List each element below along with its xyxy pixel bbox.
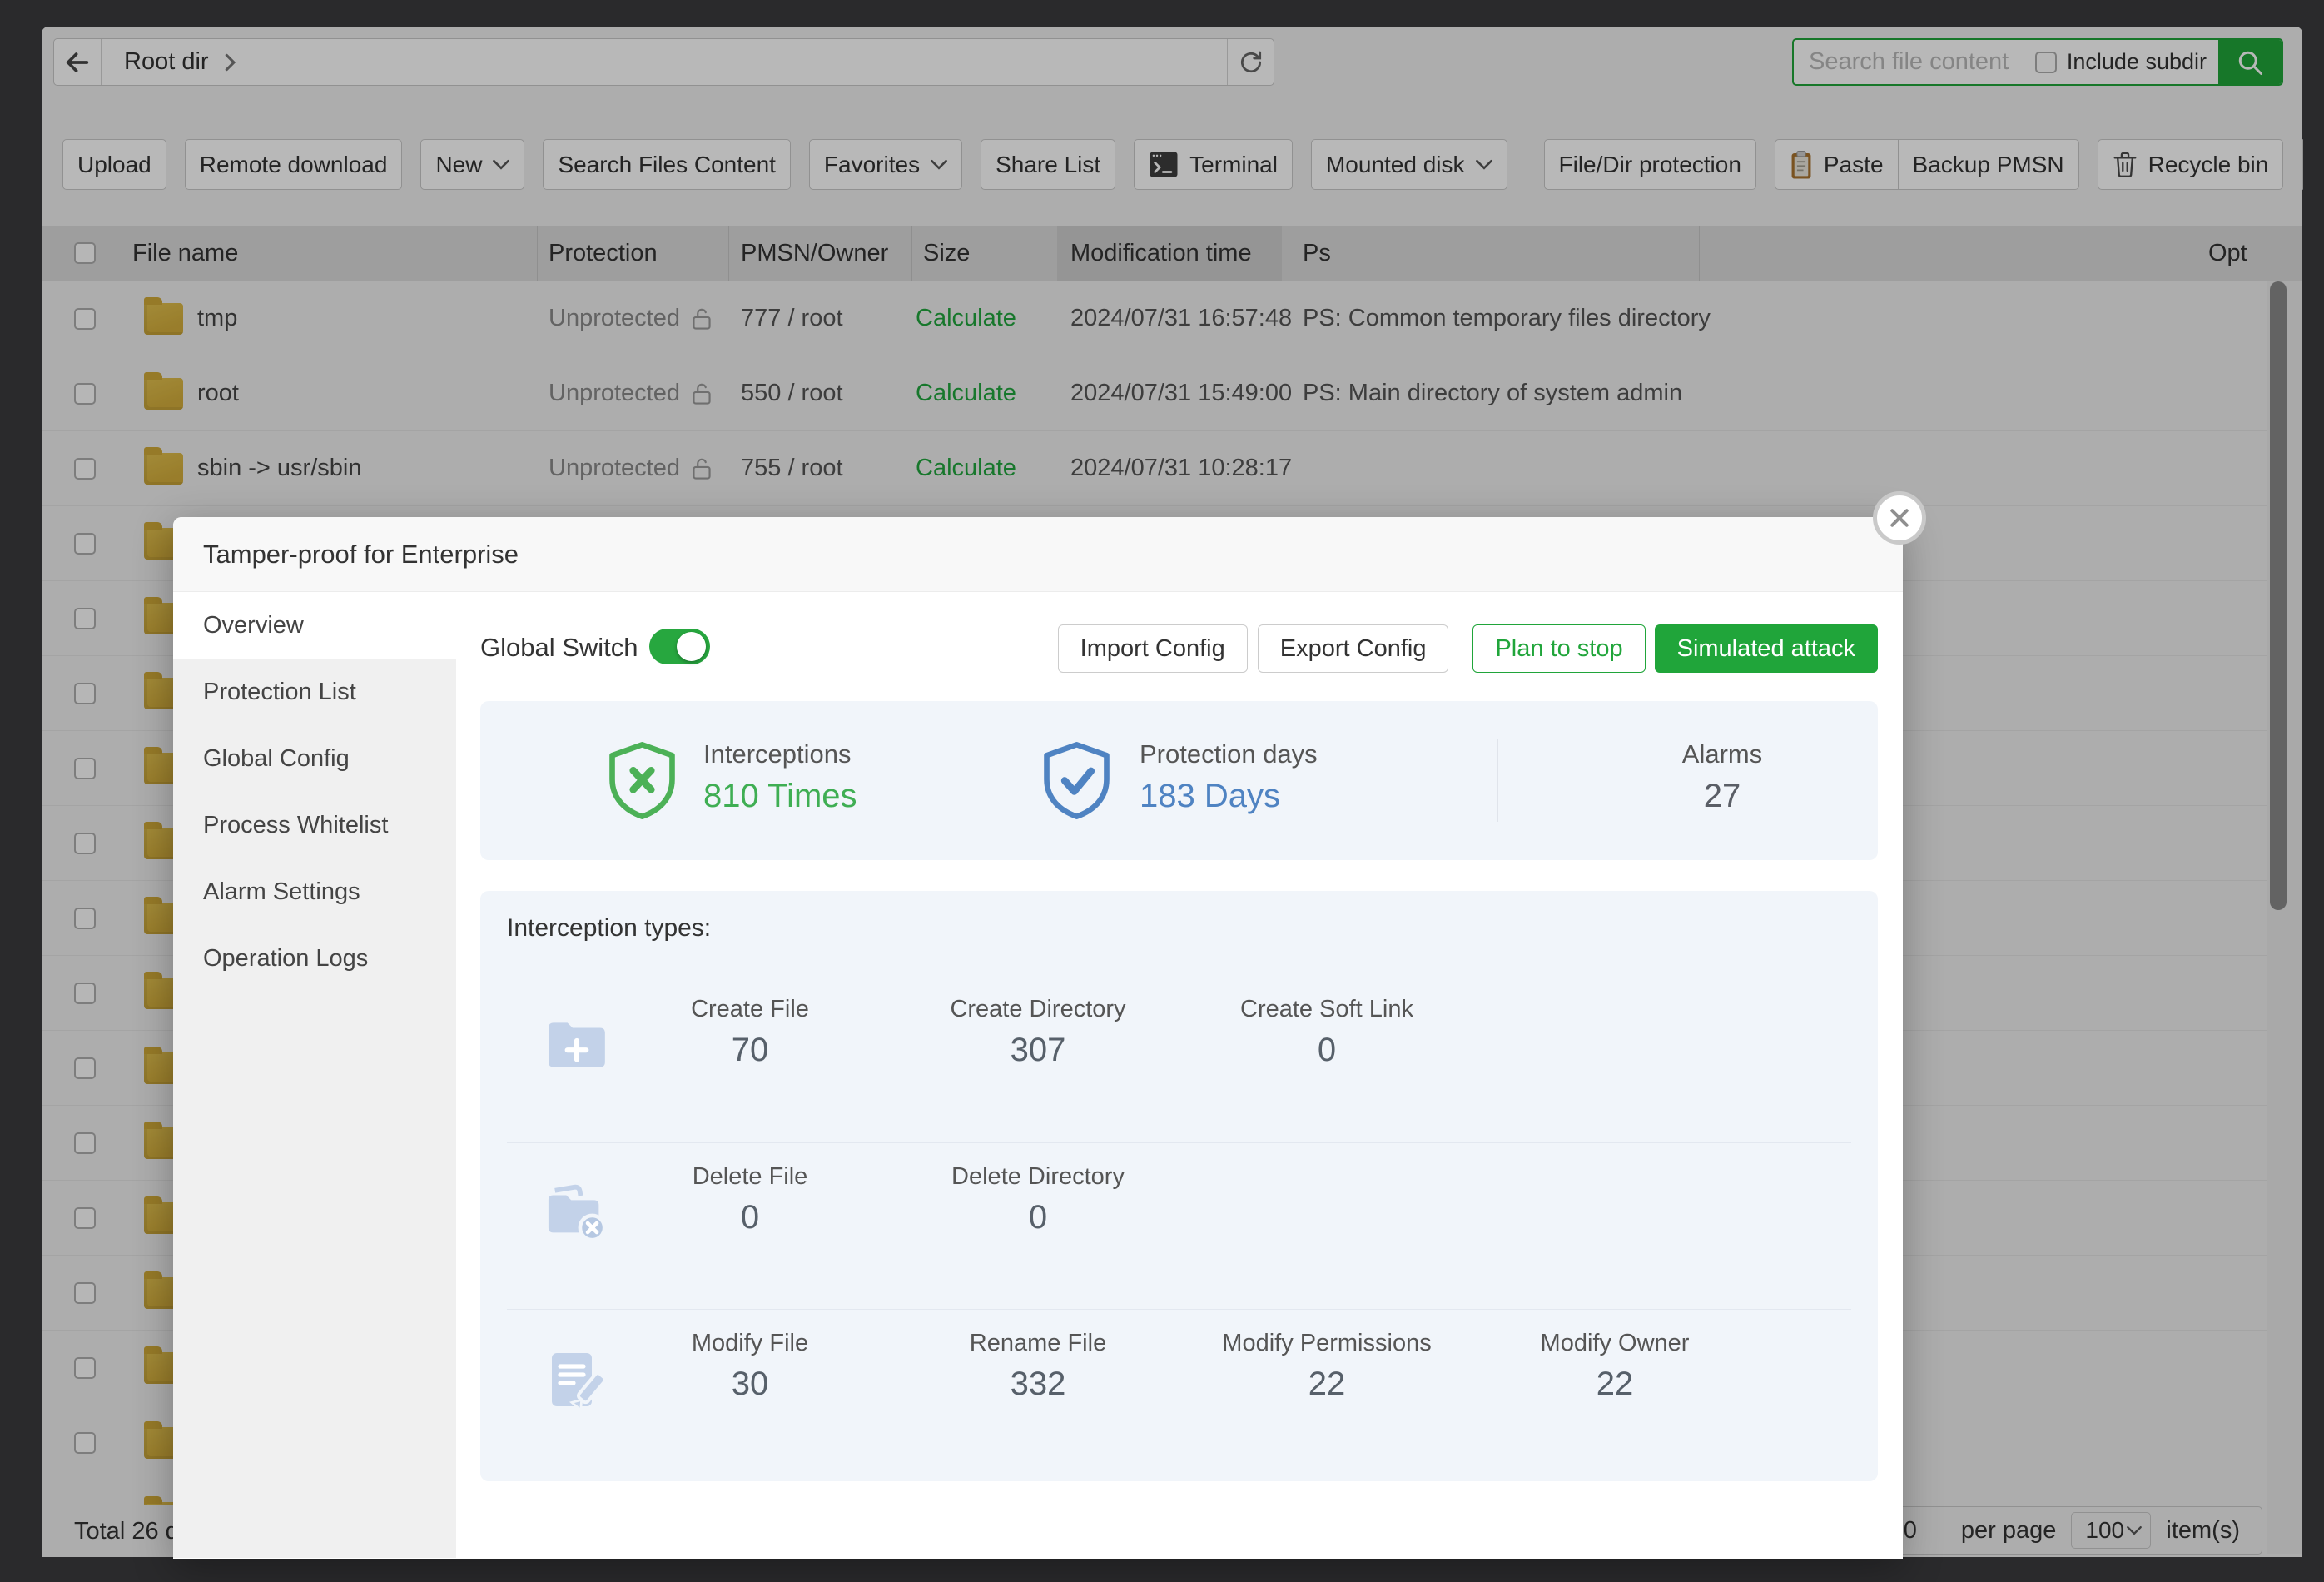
file-edit-icon [545,1350,605,1415]
modify-permissions-label: Modify Permissions [1202,1330,1452,1357]
create-soft-link-value: 0 [1202,1032,1452,1069]
modify-file-label: Modify File [625,1330,875,1357]
folder-delete-icon [545,1183,610,1243]
modal-tabs: Overview Protection List Global Config P… [173,592,456,1558]
close-icon [1887,505,1912,530]
dialog-title: Tamper-proof for Enterprise [203,540,519,570]
stats-divider [1497,739,1498,822]
export-config-button[interactable]: Export Config [1258,624,1449,673]
tab-global-config[interactable]: Global Config [173,725,456,792]
import-config-button[interactable]: Import Config [1058,624,1248,673]
create-directory-value: 307 [913,1032,1163,1069]
tab-operation-logs[interactable]: Operation Logs [173,925,456,992]
interceptions-value: 810 Times [703,778,857,815]
delete-file-value: 0 [625,1199,875,1236]
interception-types-title: Interception types: [507,914,711,943]
shield-check-icon [1040,741,1113,820]
folder-plus-icon [545,1016,610,1072]
create-directory-label: Create Directory [913,996,1163,1023]
interceptions-label: Interceptions [703,739,857,769]
rename-file-value: 332 [913,1366,1163,1403]
tab-process-whitelist[interactable]: Process Whitelist [173,792,456,858]
protection-days-label: Protection days [1140,739,1318,769]
interception-types-card: Interception types: Create File 70 Create… [480,891,1878,1481]
delete-row: Delete File 0 Delete Directory 0 [507,1142,1851,1309]
create-file-value: 70 [625,1032,875,1069]
modify-owner-value: 22 [1490,1366,1740,1403]
modify-row: Modify File 30 Rename File 332 Modify Perm… [507,1309,1851,1481]
shield-x-icon [606,741,678,820]
create-row: Create File 70 Create Directory 307 Create… [507,976,1851,1142]
modify-file-value: 30 [625,1366,875,1403]
global-switch-toggle[interactable] [649,629,710,664]
delete-file-label: Delete File [625,1163,875,1191]
tab-alarm-settings[interactable]: Alarm Settings [173,858,456,925]
delete-directory-label: Delete Directory [913,1163,1163,1191]
tamper-proof-dialog: Tamper-proof for Enterprise Overview Pro… [173,517,1903,1559]
overview-panel: Global Switch Import Config Export Confi… [456,592,1903,1558]
create-soft-link-label: Create Soft Link [1202,996,1452,1023]
modify-owner-label: Modify Owner [1490,1330,1740,1357]
tab-overview[interactable]: Overview [173,592,456,659]
close-button[interactable] [1873,491,1926,545]
alarms-label: Alarms [1622,739,1822,769]
modify-permissions-value: 22 [1202,1366,1452,1403]
stats-card: Interceptions 810 Times Protection days … [480,701,1878,860]
rename-file-label: Rename File [913,1330,1163,1357]
global-switch-label: Global Switch [480,633,638,663]
dialog-header: Tamper-proof for Enterprise [173,517,1903,592]
protection-days-value: 183 Days [1140,778,1318,815]
alarms-value: 27 [1622,778,1822,815]
create-file-label: Create File [625,996,875,1023]
tab-protection-list[interactable]: Protection List [173,659,456,725]
delete-directory-value: 0 [913,1199,1163,1236]
simulated-attack-button[interactable]: Simulated attack [1655,624,1878,673]
plan-to-stop-button[interactable]: Plan to stop [1472,624,1645,673]
